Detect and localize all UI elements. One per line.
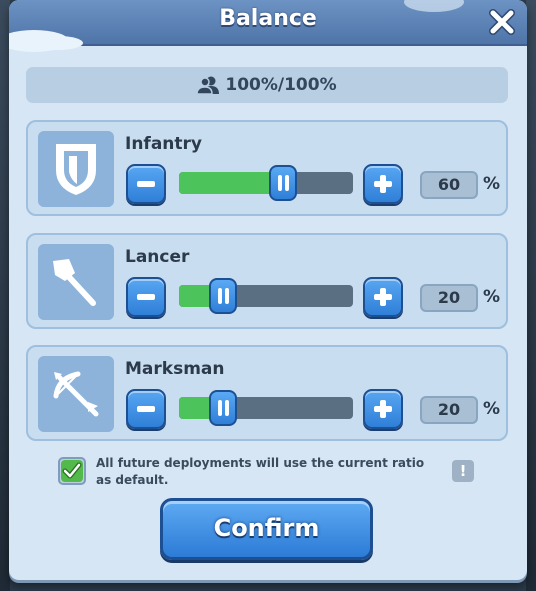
ratio-slider[interactable] [179, 390, 353, 426]
increase-button[interactable] [363, 389, 403, 429]
dialog-header: Balance [9, 0, 527, 52]
value-input[interactable]: 60 [420, 171, 478, 199]
default-ratio-label: All future deployments will use the curr… [96, 456, 425, 487]
deployment-ratio-bar: 100%/100% [26, 67, 508, 103]
slider-handle[interactable] [269, 165, 298, 201]
confirm-button[interactable]: Confirm [160, 498, 373, 560]
value-input[interactable]: 20 [420, 396, 478, 424]
troop-name: Marksman [125, 359, 225, 379]
plus-icon-vertical [380, 288, 386, 306]
slider-handle[interactable] [208, 278, 237, 314]
ratio-slider[interactable] [179, 278, 353, 314]
default-ratio-checkbox[interactable] [58, 457, 86, 485]
decrease-button[interactable] [126, 164, 166, 204]
balance-dialog: Balance 100%/100% Infantry 60 % Lancer 2… [9, 0, 527, 580]
percent-sign: % [483, 174, 501, 194]
decrease-button[interactable] [126, 277, 166, 317]
marksman-icon-box [38, 356, 114, 432]
close-button[interactable] [487, 7, 517, 37]
plus-icon-vertical [380, 400, 386, 418]
troop-name: Lancer [125, 247, 190, 267]
snow-decoration [33, 36, 83, 50]
troop-row-lancer: Lancer 20 % [26, 233, 508, 329]
infantry-icon-box [38, 131, 114, 207]
slider-handle[interactable] [208, 390, 237, 426]
ratio-slider[interactable] [179, 165, 353, 201]
troop-row-infantry: Infantry 60 % [26, 120, 508, 216]
background-right [526, 0, 536, 591]
value-input[interactable]: 20 [420, 284, 478, 312]
lancer-icon-box [38, 244, 114, 320]
increase-button[interactable] [363, 277, 403, 317]
percent-sign: % [483, 287, 501, 307]
increase-button[interactable] [363, 164, 403, 204]
info-icon[interactable]: ! [452, 460, 474, 482]
minus-icon [137, 294, 155, 300]
shield-icon [56, 144, 96, 195]
troops-icon [197, 76, 220, 95]
minus-icon [137, 406, 155, 412]
slider-fill [179, 172, 284, 194]
spear-icon [53, 259, 96, 306]
percent-sign: % [483, 399, 501, 419]
decrease-button[interactable] [126, 389, 166, 429]
minus-icon [137, 181, 155, 187]
troop-row-marksman: Marksman 20 % [26, 345, 508, 441]
dialog-title: Balance [219, 6, 317, 31]
plus-icon-vertical [380, 175, 386, 193]
checkmark-icon [61, 460, 83, 482]
troop-name: Infantry [125, 134, 202, 154]
ratio-text: 100%/100% [225, 75, 337, 95]
crossbow-icon [53, 371, 99, 417]
close-icon [489, 9, 515, 35]
